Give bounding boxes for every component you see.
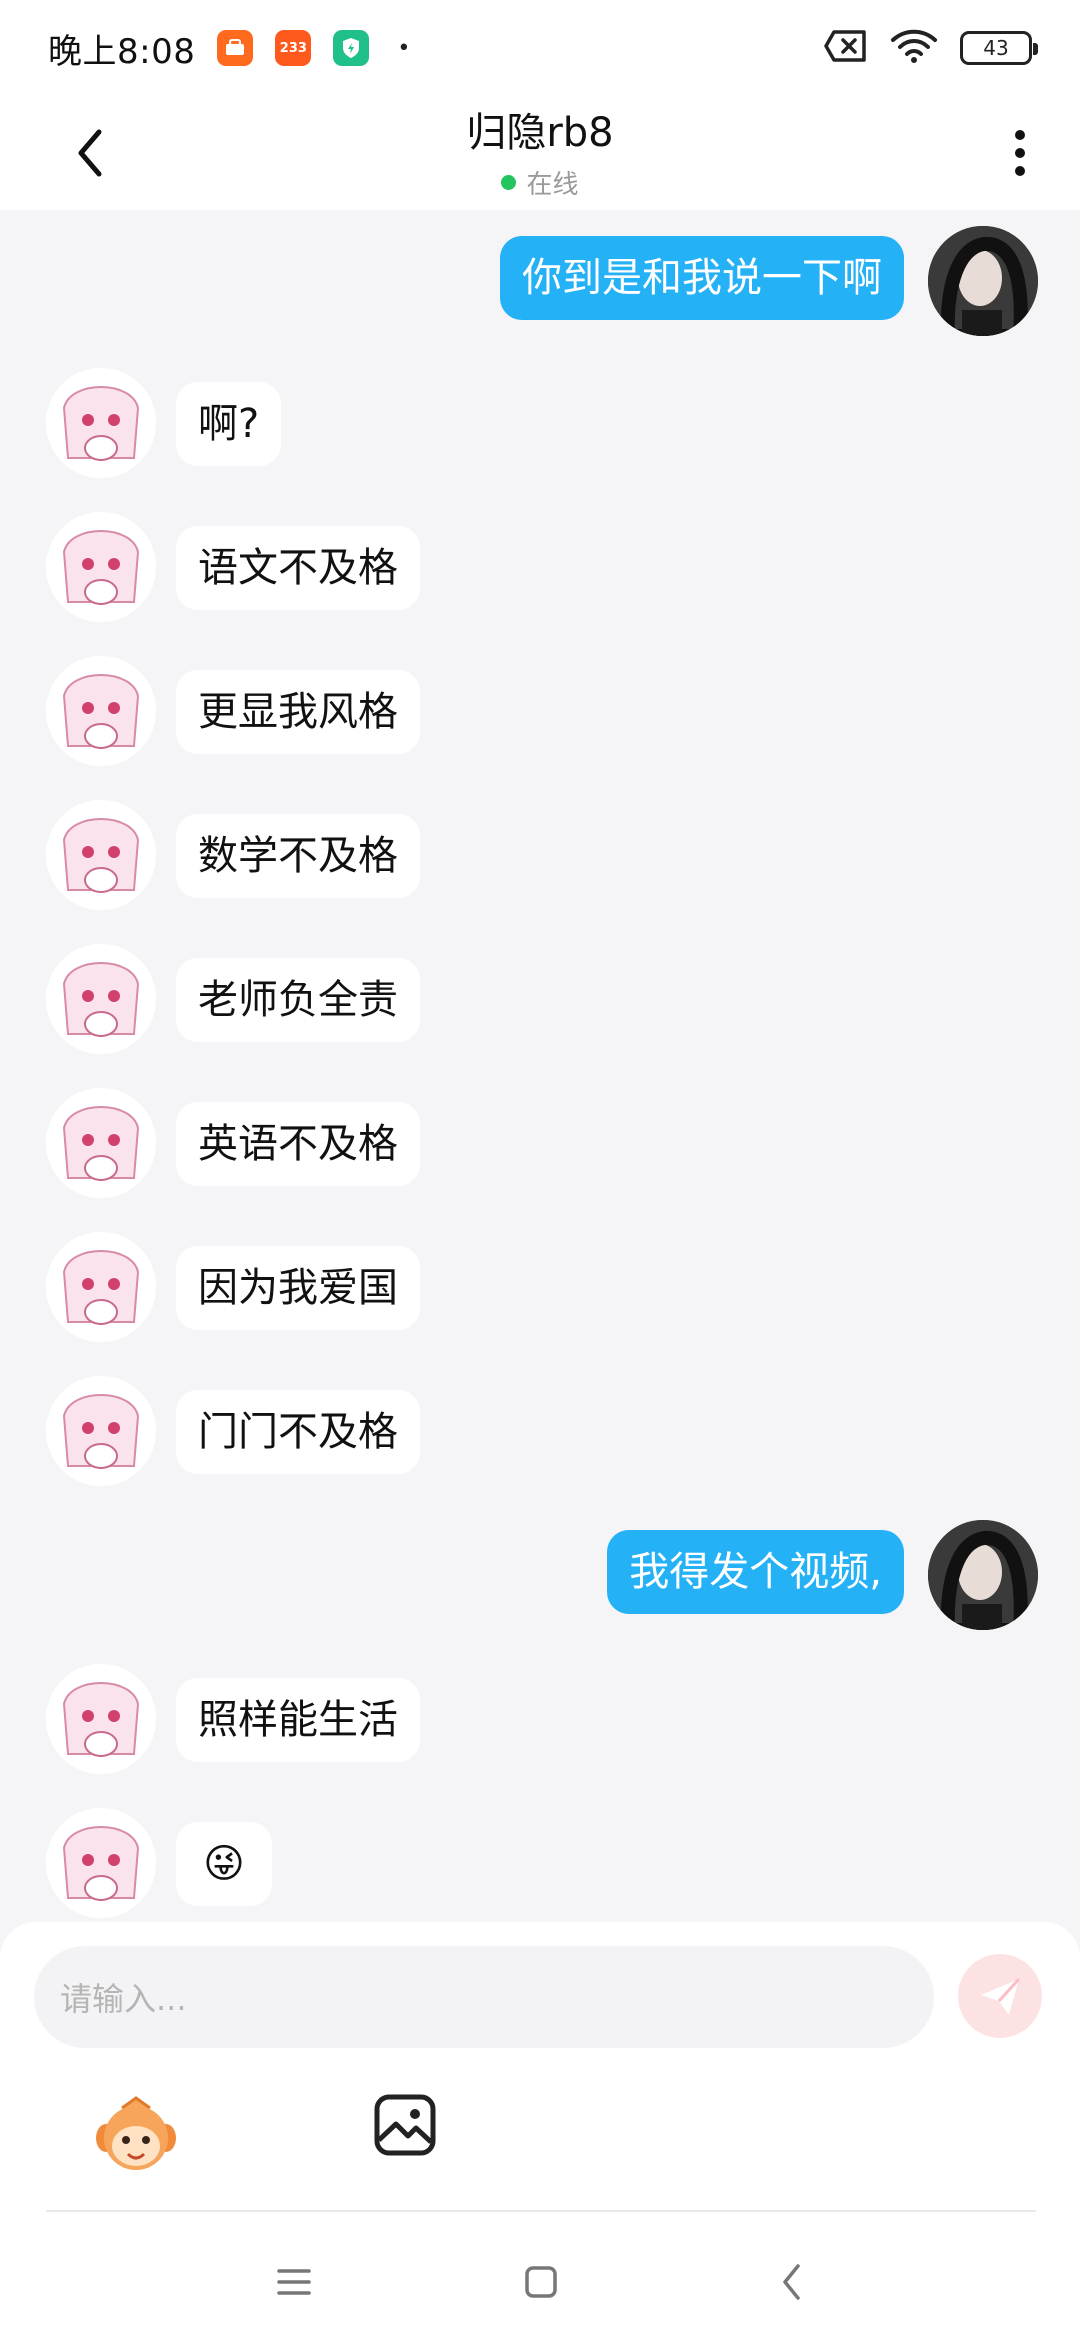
- my-avatar[interactable]: [928, 1520, 1038, 1630]
- back-button[interactable]: [60, 118, 120, 188]
- message-bubble-received[interactable]: 老师负全责: [176, 958, 420, 1042]
- contact-avatar[interactable]: [46, 944, 156, 1054]
- my-avatar[interactable]: [928, 226, 1038, 336]
- image-button[interactable]: [372, 2092, 438, 2158]
- send-icon: [981, 1977, 1021, 2015]
- chat-header: 归隐rb8 在线: [0, 96, 1080, 210]
- emoji-message-bubble[interactable]: 😜: [176, 1822, 272, 1906]
- contact-avatar[interactable]: [46, 1232, 156, 1342]
- status-left: 晚上8:08 233 •: [48, 24, 410, 73]
- contact-avatar[interactable]: [46, 1664, 156, 1774]
- nav-menu-button[interactable]: [264, 2252, 324, 2312]
- no-sim-icon: [824, 29, 868, 67]
- message-bubble-received[interactable]: 语文不及格: [176, 526, 420, 610]
- divider: [46, 2210, 1036, 2212]
- shield-app-icon: [333, 30, 370, 66]
- nav-back-button[interactable]: [762, 2252, 822, 2312]
- input-panel: 请输入...: [0, 1922, 1080, 2222]
- online-dot: [501, 174, 517, 190]
- message-bubble-received[interactable]: 门门不及格: [176, 1390, 420, 1474]
- home-icon: [525, 2266, 557, 2298]
- header-title-block: 归隐rb8 在线: [466, 100, 613, 201]
- sticker-button[interactable]: [92, 2092, 180, 2180]
- contact-avatar[interactable]: [46, 512, 156, 622]
- contact-avatar[interactable]: [46, 368, 156, 478]
- chat-area[interactable]: 你到是和我说一下啊 啊? 语文不及格 更显我风格 数学不及格 老师负全责 英语不…: [0, 210, 1080, 1922]
- message-bubble-sent[interactable]: 你到是和我说一下啊: [500, 236, 904, 320]
- message-bubble-received[interactable]: 英语不及格: [176, 1102, 420, 1186]
- contact-avatar[interactable]: [46, 1088, 156, 1198]
- contact-avatar[interactable]: [46, 1376, 156, 1486]
- battery-icon: 43: [960, 31, 1038, 65]
- contact-avatar[interactable]: [46, 656, 156, 766]
- system-nav-bar: [0, 2222, 1080, 2340]
- chevron-left-icon: [78, 129, 102, 177]
- back-icon: [783, 2264, 800, 2300]
- message-bubble-received[interactable]: 因为我爱国: [176, 1246, 420, 1330]
- online-status-text: 在线: [526, 169, 579, 200]
- message-bubble-sent[interactable]: 我得发个视频,: [607, 1530, 904, 1614]
- status-right: 43: [824, 28, 1038, 68]
- message-bubble-received[interactable]: 更显我风格: [176, 670, 420, 754]
- contact-avatar[interactable]: [46, 800, 156, 910]
- status-time: 晚上8:08: [48, 31, 196, 72]
- more-vertical-icon: [1015, 130, 1025, 176]
- message-input[interactable]: 请输入...: [34, 1946, 934, 2048]
- wifi-icon: [890, 28, 938, 68]
- notification-dot: •: [397, 35, 411, 61]
- send-button[interactable]: [958, 1954, 1042, 2038]
- sticker-icon: [96, 2096, 176, 2170]
- message-bubble-received[interactable]: 数学不及格: [176, 814, 420, 898]
- contact-name: 归隐rb8: [466, 109, 614, 156]
- contact-avatar[interactable]: [46, 1808, 156, 1918]
- image-icon: [374, 2094, 436, 2156]
- nav-home-button[interactable]: [511, 2252, 571, 2312]
- online-status: 在线: [501, 164, 579, 201]
- message-bubble-received[interactable]: 啊?: [176, 382, 282, 466]
- message-bubble-received[interactable]: 照样能生活: [176, 1678, 420, 1762]
- menu-icon: [277, 2269, 311, 2295]
- status-bar: 晚上8:08 233 • 43: [0, 0, 1080, 96]
- 233-app-icon: 233: [275, 30, 312, 66]
- more-button[interactable]: [1000, 122, 1040, 184]
- mi-app-icon: [217, 30, 254, 66]
